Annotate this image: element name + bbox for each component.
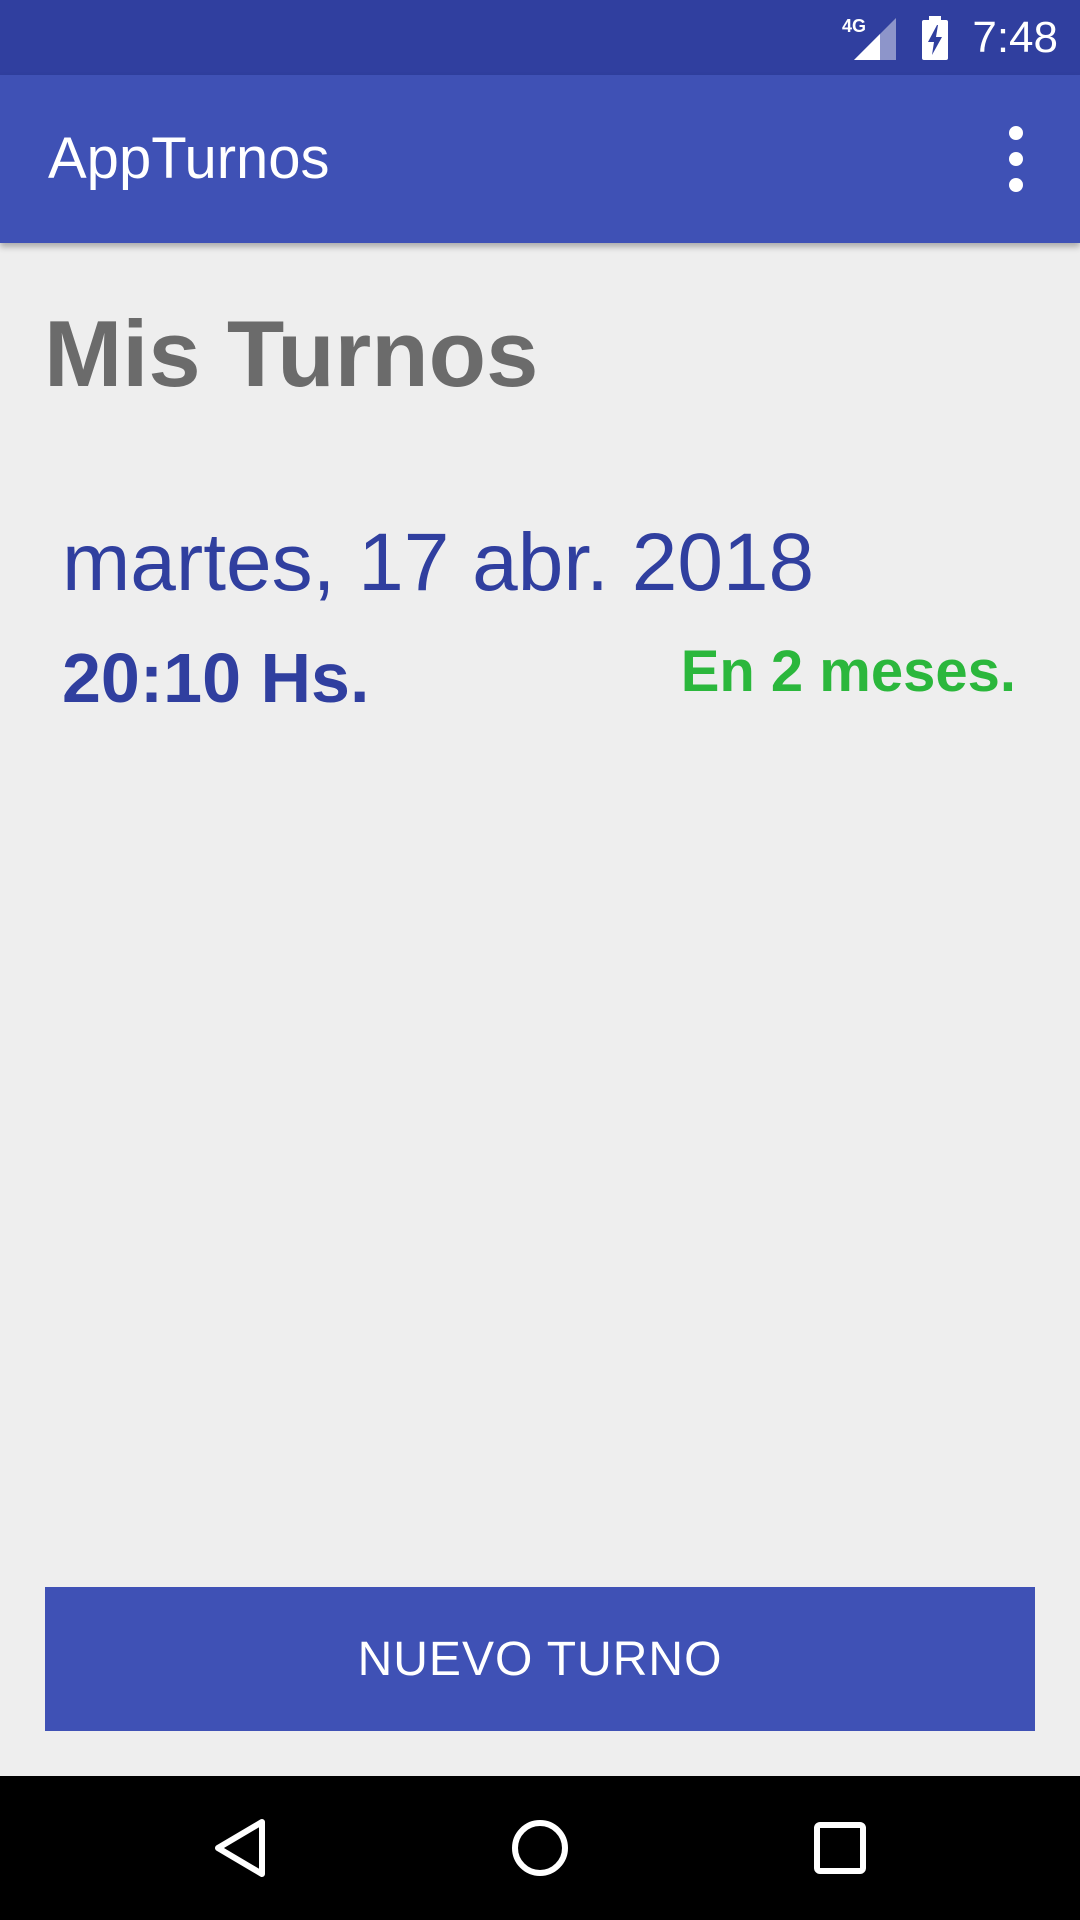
overflow-dot [1009,178,1023,192]
more-vert-icon[interactable] [980,115,1052,203]
back-icon[interactable] [160,1776,320,1920]
app-bar: AppTurnos [0,75,1080,243]
status-bar: 4G 7:48 [0,0,1080,75]
battery-charging-icon [920,14,950,62]
navigation-bar [0,1776,1080,1920]
turno-date: martes, 17 abr. 2018 [62,517,815,608]
overflow-dot [1009,126,1023,140]
signal-icon: 4G [842,14,898,62]
app-title: AppTurnos [48,126,330,191]
network-type-label: 4G [842,16,866,36]
turno-list-item[interactable]: martes, 17 abr. 2018 20:10 Hs. En 2 mese… [0,500,1080,740]
turno-time: 20:10 Hs. [62,639,370,717]
status-icons: 4G 7:48 [842,0,1058,75]
status-clock: 7:48 [972,12,1058,62]
turno-relative-time: En 2 meses. [680,639,1016,704]
overflow-dot [1009,152,1023,166]
recents-icon[interactable] [760,1776,920,1920]
page-title: Mis Turnos [44,301,539,406]
new-turno-button[interactable]: NUEVO TURNO [45,1587,1035,1731]
home-icon[interactable] [460,1776,620,1920]
